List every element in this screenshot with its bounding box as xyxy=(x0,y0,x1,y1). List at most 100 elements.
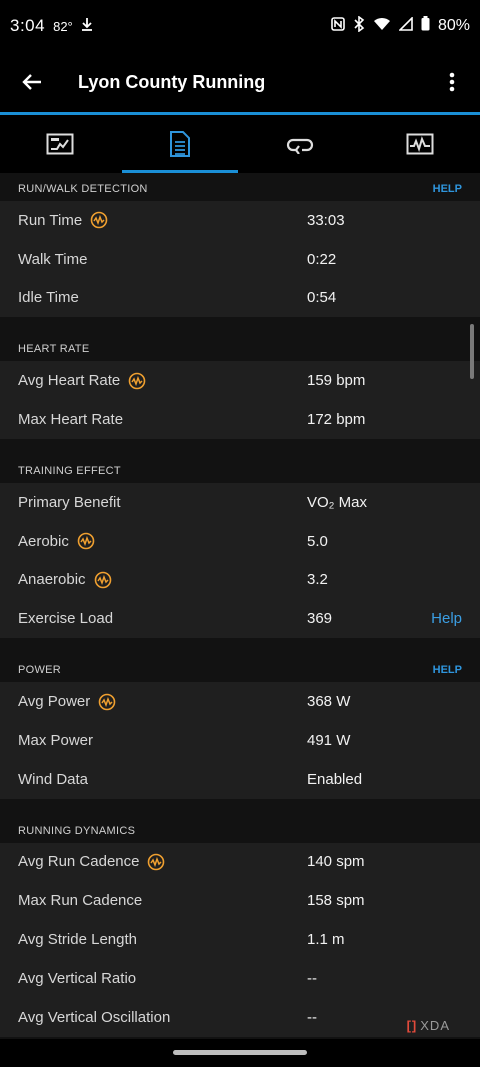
firstbeat-analytics-icon[interactable] xyxy=(128,372,146,390)
stat-row: Run Time 33:03 xyxy=(0,201,480,240)
stat-row: Avg Run Cadence 140 spm xyxy=(0,843,480,882)
section-header-power: POWER HELP xyxy=(0,654,480,683)
stat-value: 3.2 xyxy=(307,571,328,589)
stat-value: Enabled xyxy=(307,770,363,788)
bluetooth-icon xyxy=(353,14,365,37)
summary-chart-icon xyxy=(46,133,74,155)
stat-value: 158 spm xyxy=(307,892,365,910)
firstbeat-analytics-icon[interactable] xyxy=(147,853,165,871)
stat-value: 0:22 xyxy=(307,250,337,268)
stat-row: Max Power 491 W xyxy=(0,721,480,760)
stat-label: Aerobic xyxy=(18,532,69,550)
nfc-icon xyxy=(331,16,345,36)
stat-row: Avg Stride Length 1.1 m xyxy=(0,920,480,959)
battery-percent: 80% xyxy=(437,17,470,34)
xda-logo-icon: [] xyxy=(406,1018,418,1033)
section-title: RUN/WALK DETECTION xyxy=(18,183,148,195)
stat-value: 491 W xyxy=(307,731,351,749)
help-link[interactable]: HELP xyxy=(433,183,462,195)
stat-label: Exercise Load xyxy=(18,610,114,628)
section-power: Avg Power 368 W Max Power 491 W Wind Dat… xyxy=(0,682,480,799)
section-title: RUNNING DYNAMICS xyxy=(18,824,136,837)
stat-value: 0:54 xyxy=(307,289,337,307)
section-running-dynamics: Avg Run Cadence 140 spm Max Run Cadence … xyxy=(0,842,480,1037)
firstbeat-analytics-icon[interactable] xyxy=(98,693,116,711)
stat-row: Idle Time 0:54 xyxy=(0,279,480,318)
section-header-running-dynamics: RUNNING DYNAMICS xyxy=(0,814,480,843)
stat-row: Exercise Load 369 Help xyxy=(0,599,480,638)
watermark-text: XDA xyxy=(420,1018,450,1033)
tab-graphs[interactable] xyxy=(360,115,480,173)
more-vert-icon xyxy=(449,72,455,92)
stat-value: 159 bpm xyxy=(307,372,366,390)
status-time: 3:04 xyxy=(10,16,46,35)
stat-label: Run Time xyxy=(18,211,83,229)
exercise-load-help-link[interactable]: Help xyxy=(431,610,462,627)
stat-label: Avg Run Cadence xyxy=(18,853,140,871)
stat-label: Avg Heart Rate xyxy=(18,372,121,390)
wifi-icon xyxy=(373,17,391,36)
stat-value: 33:03 xyxy=(307,211,345,229)
stat-label: Wind Data xyxy=(18,770,89,788)
stat-row: Avg Power 368 W xyxy=(0,682,480,721)
stat-value: VO₂ Max xyxy=(307,493,367,511)
more-options-button[interactable] xyxy=(440,66,464,98)
tab-bar xyxy=(0,115,480,173)
laps-loop-icon xyxy=(286,138,314,154)
stat-value: 5.0 xyxy=(307,532,328,550)
stat-row: Max Run Cadence 158 spm xyxy=(0,881,480,920)
help-link[interactable]: HELP xyxy=(433,664,462,676)
firstbeat-analytics-icon[interactable] xyxy=(77,532,95,550)
section-header-heart-rate: HEART RATE xyxy=(0,333,480,362)
firstbeat-analytics-icon[interactable] xyxy=(90,211,108,229)
stats-document-icon xyxy=(170,131,190,157)
stat-label: Avg Power xyxy=(18,693,91,711)
stat-label: Max Run Cadence xyxy=(18,892,143,910)
stat-label: Max Heart Rate xyxy=(18,411,124,429)
section-header-run-walk: RUN/WALK DETECTION HELP xyxy=(0,173,480,201)
stat-value: 1.1 m xyxy=(307,931,345,949)
section-title: TRAINING EFFECT xyxy=(18,464,121,477)
stat-row: Primary Benefit VO₂ Max xyxy=(0,483,480,522)
stat-label: Avg Vertical Oscillation xyxy=(18,1008,171,1026)
stat-row: Avg Heart Rate 159 bpm xyxy=(0,361,480,400)
stat-row: Wind Data Enabled xyxy=(0,760,480,799)
status-bar: 3:04 82° 80% xyxy=(0,0,480,52)
stat-row: Walk Time 0:22 xyxy=(0,240,480,279)
stat-label: Idle Time xyxy=(18,289,79,307)
back-button[interactable] xyxy=(16,66,48,98)
home-gesture-handle[interactable] xyxy=(173,1050,307,1055)
tab-stats[interactable] xyxy=(120,115,240,173)
stat-label: Walk Time xyxy=(18,250,88,268)
download-icon xyxy=(81,17,93,36)
section-header-training-effect: TRAINING EFFECT xyxy=(0,454,480,483)
stat-label: Primary Benefit xyxy=(18,493,121,511)
stat-value: -- xyxy=(307,969,317,987)
stat-row: Anaerobic 3.2 xyxy=(0,561,480,600)
stat-value: 369 xyxy=(307,610,333,628)
graphs-icon xyxy=(406,133,434,155)
section-title: HEART RATE xyxy=(18,343,90,356)
firstbeat-analytics-icon[interactable] xyxy=(94,571,112,589)
app-bar: Lyon County Running xyxy=(0,52,480,112)
section-run-walk: Run Time 33:03 Walk Time 0:22 Idle Time … xyxy=(0,201,480,318)
stat-label: Avg Vertical Ratio xyxy=(18,969,137,987)
section-title: POWER xyxy=(18,664,62,677)
section-heart-rate: Avg Heart Rate 159 bpm Max Heart Rate 17… xyxy=(0,361,480,439)
cell-signal-icon xyxy=(398,15,413,36)
stat-value: 140 spm xyxy=(307,853,365,871)
tab-laps[interactable] xyxy=(240,115,360,173)
stat-value: 368 W xyxy=(307,693,351,711)
stat-row: Aerobic 5.0 xyxy=(0,522,480,561)
page-title: Lyon County Running xyxy=(78,71,266,92)
stat-value: 172 bpm xyxy=(307,411,366,429)
arrow-back-icon xyxy=(22,74,41,90)
stats-content[interactable]: RUN/WALK DETECTION HELP Run Time 33:03 W… xyxy=(0,173,480,1037)
status-temperature: 82° xyxy=(53,18,73,34)
scrollbar-thumb[interactable] xyxy=(470,324,474,379)
tab-summary[interactable] xyxy=(0,115,120,173)
stat-row: Max Heart Rate 172 bpm xyxy=(0,400,480,439)
section-training-effect: Primary Benefit VO₂ Max Aerobic 5.0 Anae… xyxy=(0,482,480,639)
battery-icon xyxy=(421,16,430,36)
watermark: [] XDA xyxy=(407,1018,450,1033)
